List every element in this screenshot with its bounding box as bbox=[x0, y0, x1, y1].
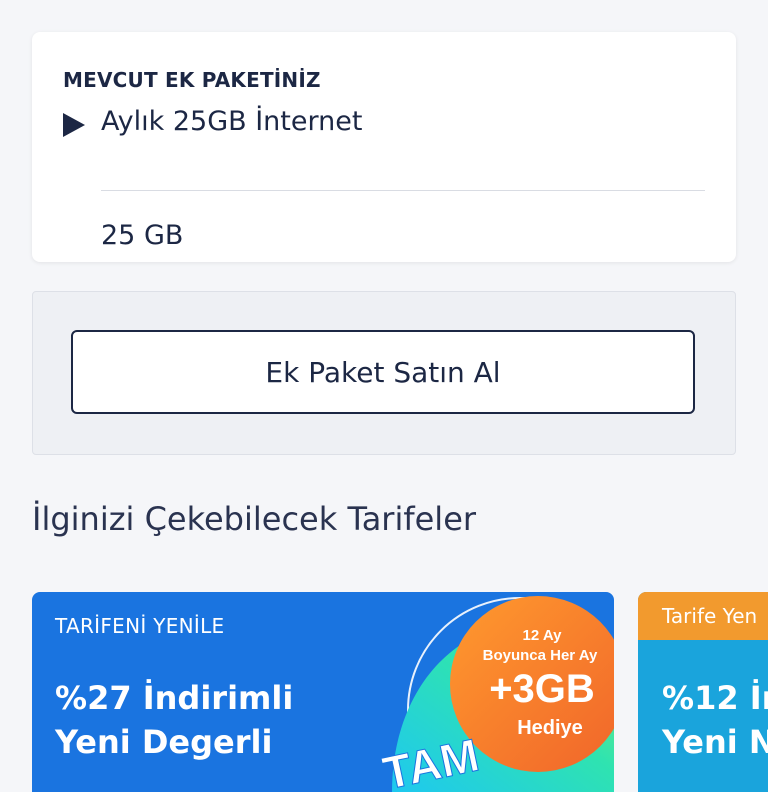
tariff-card-title: %12 İn Yeni N bbox=[662, 676, 768, 764]
tariff-card-title: %27 İndirimli Yeni Degerli bbox=[55, 676, 293, 764]
current-package-card: MEVCUT EK PAKETİNİZ Aylık 25GB İnternet … bbox=[32, 32, 736, 262]
promo-word: TAM bbox=[378, 728, 483, 792]
current-package-title: MEVCUT EK PAKETİNİZ bbox=[63, 68, 321, 92]
package-row[interactable]: Aylık 25GB İnternet bbox=[63, 106, 706, 156]
badge-line1: 12 Ay bbox=[523, 627, 563, 644]
tariff-card-title-line1: %12 İn bbox=[662, 679, 768, 717]
tariff-card-title-line2: Yeni N bbox=[662, 723, 768, 761]
promo-graphic: 12 Ay Boyunca Her Ay +3GB Hediye TAM bbox=[378, 596, 614, 792]
package-amount: 25 GB bbox=[101, 220, 184, 251]
tariffs-heading: İlginizi Çekebilecek Tarifeler bbox=[32, 500, 477, 538]
buy-panel: Ek Paket Satın Al bbox=[32, 291, 736, 455]
tariff-card-title-line1: %27 İndirimli bbox=[55, 679, 294, 717]
expand-triangle-icon[interactable] bbox=[63, 113, 85, 137]
tariff-card[interactable]: TARİFENİ YENİLE %27 İndirimli Yeni Deger… bbox=[32, 592, 614, 792]
tariff-card[interactable]: Tarife Yen %12 İn Yeni N bbox=[638, 592, 768, 792]
tariff-card-tag: TARİFENİ YENİLE bbox=[55, 614, 225, 638]
tariff-card-tag: Tarife Yen bbox=[662, 604, 758, 628]
badge-big: +3GB bbox=[489, 667, 595, 711]
badge-line3: Hediye bbox=[517, 717, 583, 739]
buy-extra-package-button[interactable]: Ek Paket Satın Al bbox=[71, 330, 695, 414]
tariff-card-title-line2: Yeni Degerli bbox=[55, 723, 273, 761]
badge-line2: Boyunca Her Ay bbox=[483, 647, 598, 664]
package-name: Aylık 25GB İnternet bbox=[101, 106, 363, 137]
divider bbox=[101, 190, 705, 191]
